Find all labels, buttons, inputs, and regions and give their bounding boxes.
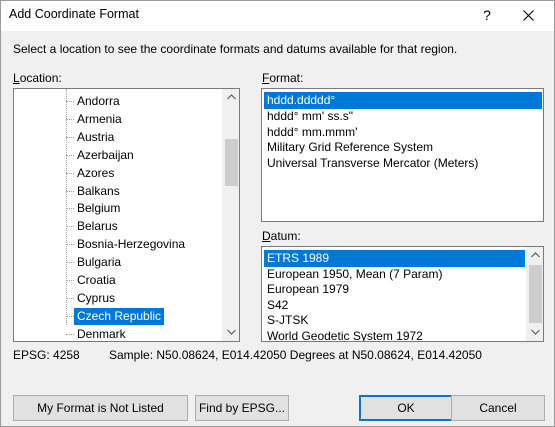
close-icon <box>523 10 534 21</box>
instruction-text: Select a location to see the coordinate … <box>13 42 458 56</box>
datum-item[interactable]: S-JTSK <box>264 312 525 329</box>
scroll-up-button[interactable] <box>527 247 543 264</box>
datum-scrollbar[interactable] <box>526 247 543 341</box>
help-icon: ? <box>483 7 491 23</box>
tree-connector <box>66 333 74 335</box>
chevron-up-icon <box>531 252 540 258</box>
datum-label: Datum: <box>262 229 301 243</box>
format-item[interactable]: hddd° mm.mmm' <box>264 124 542 141</box>
location-item[interactable]: Belgium <box>74 200 123 217</box>
tree-connector <box>66 315 74 317</box>
location-item[interactable]: Armenia <box>74 111 125 128</box>
location-item[interactable]: Denmark <box>74 326 129 341</box>
datum-list[interactable]: ETRS 1989 European 1950, Mean (7 Param) Eu… <box>261 246 544 342</box>
epsg-code: EPSG: 4258 <box>13 348 80 362</box>
location-item[interactable]: Bulgaria <box>74 254 124 271</box>
location-tree[interactable]: Andorra Armenia Austria Azerbaijan Azores Bal… <box>13 88 240 342</box>
tree-connector <box>66 101 74 102</box>
title-bar: Add Coordinate Format ? <box>1 1 554 31</box>
sample-coordinate: Sample: N50.08624, E014.42050 Degrees at… <box>109 348 482 362</box>
location-item[interactable]: Azerbaijan <box>74 147 137 164</box>
tree-connector <box>66 262 74 264</box>
location-item[interactable]: Cyprus <box>74 290 118 307</box>
format-item[interactable]: hddd° mm' ss.s" <box>264 108 542 125</box>
close-button[interactable] <box>511 3 547 29</box>
window-title: Add Coordinate Format <box>9 7 139 21</box>
format-not-listed-button[interactable]: My Format is Not Listed <box>13 395 188 421</box>
scroll-up-button[interactable] <box>223 89 239 106</box>
chevron-down-icon <box>227 329 236 335</box>
format-label: Format: <box>262 71 304 85</box>
format-item[interactable]: Military Grid Reference System <box>264 139 542 156</box>
add-coordinate-format-dialog: Add Coordinate Format ? Select a locatio… <box>0 0 555 427</box>
location-item[interactable]: Austria <box>74 129 117 146</box>
tree-connector <box>66 118 74 120</box>
format-item[interactable]: Universal Transverse Mercator (Meters) <box>264 155 542 172</box>
cancel-button[interactable]: Cancel <box>451 395 545 421</box>
scroll-thumb[interactable] <box>529 265 542 323</box>
datum-item[interactable]: European 1950, Mean (7 Param) <box>264 266 525 283</box>
chevron-down-icon <box>531 329 540 335</box>
ok-button[interactable]: OK <box>359 395 453 421</box>
location-item[interactable]: Azores <box>74 165 117 182</box>
chevron-up-icon <box>227 94 236 100</box>
location-item[interactable]: Balkans <box>74 183 123 200</box>
tree-connector <box>66 154 74 156</box>
location-item[interactable]: Czech Republic <box>74 307 165 325</box>
datum-item[interactable]: S42 <box>264 297 525 314</box>
tree-connector <box>66 172 74 174</box>
location-item[interactable]: Bosnia-Herzegovina <box>74 236 188 253</box>
location-scrollbar[interactable] <box>222 89 239 341</box>
tree-connector <box>66 226 74 228</box>
tree-connector <box>66 297 74 299</box>
scroll-down-button[interactable] <box>527 324 543 341</box>
scroll-thumb[interactable] <box>225 139 238 186</box>
datum-item[interactable]: ETRS 1989 <box>264 250 525 267</box>
location-label: Location: <box>13 71 62 85</box>
tree-connector <box>66 89 67 325</box>
scroll-down-button[interactable] <box>223 324 239 341</box>
find-by-epsg-button[interactable]: Find by EPSG... <box>195 395 289 421</box>
tree-connector <box>66 244 74 246</box>
datum-item[interactable]: World Geodetic System 1972 <box>264 328 525 342</box>
tree-connector <box>66 136 74 138</box>
format-list[interactable]: hddd.ddddd° hddd° mm' ss.s" hddd° mm.mmm' M… <box>261 88 544 222</box>
tree-connector <box>66 208 74 210</box>
location-item[interactable]: Croatia <box>74 272 119 289</box>
format-item[interactable]: hddd.ddddd° <box>264 92 542 109</box>
tree-connector <box>66 190 74 192</box>
help-button[interactable]: ? <box>471 3 503 29</box>
location-item[interactable]: Belarus <box>74 218 121 235</box>
location-item[interactable]: Andorra <box>74 93 123 110</box>
tree-connector <box>66 280 74 281</box>
datum-item[interactable]: European 1979 <box>264 281 525 298</box>
